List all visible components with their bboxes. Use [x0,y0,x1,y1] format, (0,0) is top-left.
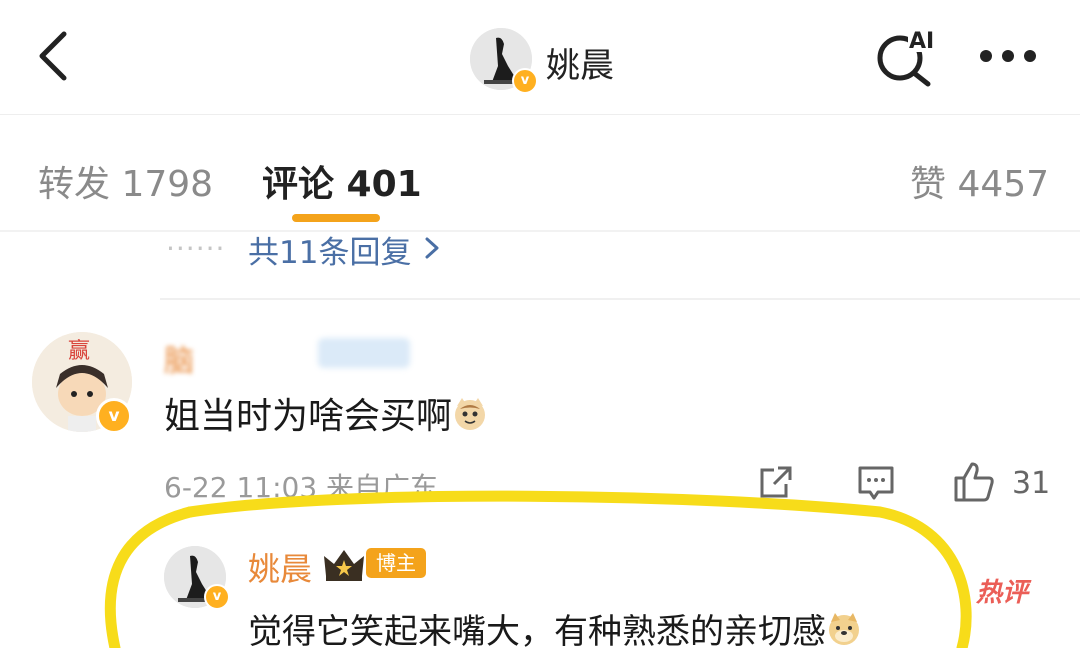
tab-reposts[interactable]: 转发 1798 [38,155,213,207]
verified-badge-icon: v [96,398,132,434]
reply-thread-dots: ······ [166,232,226,265]
share-icon[interactable] [756,462,796,502]
view-replies-link[interactable]: 共11条回复 [248,227,411,272]
commenter-name[interactable]: 脑 [164,336,194,380]
cat-emoji-icon [455,398,486,430]
ai-label: AI [909,29,934,54]
back-icon[interactable] [34,24,74,88]
tab-likes[interactable]: 赞 4457 [910,155,1049,207]
reply-body: 觉得它笑起来嘴大，有种熟悉的亲切感 [248,612,826,652]
divider [160,298,1080,300]
blogger-tag: 博主 [366,548,426,578]
crown-icon [324,550,364,581]
ai-search-icon[interactable]: AI [872,26,942,88]
chevron-right-icon[interactable] [422,234,442,262]
comment-text: 姐当时为啥会买啊 [164,387,488,439]
like-count: 31 [1012,466,1051,501]
active-tab-indicator [292,214,380,222]
page-title[interactable]: 姚晨 [546,38,614,87]
verified-badge-icon: v [204,584,230,610]
thumbs-up-icon[interactable] [952,458,998,504]
comment-body: 姐当时为啥会买啊 [164,396,453,437]
doge-emoji-icon [829,613,859,645]
verified-badge-icon: v [512,68,538,94]
avatar-text: 赢 [68,339,90,364]
comment-icon[interactable] [856,462,896,502]
tab-comments[interactable]: 评论 401 [262,155,422,207]
reply-text: 觉得它笑起来嘴大，有种熟悉的亲切感 [248,604,862,653]
author-name[interactable]: 姚晨 [248,544,312,590]
divider [0,230,1080,232]
hot-comment-tag: 热评 [976,578,1029,608]
more-icon[interactable] [976,46,1040,66]
comment-meta: 6-22 11:03 来自广东 [164,471,439,504]
user-level-badge [318,338,410,368]
